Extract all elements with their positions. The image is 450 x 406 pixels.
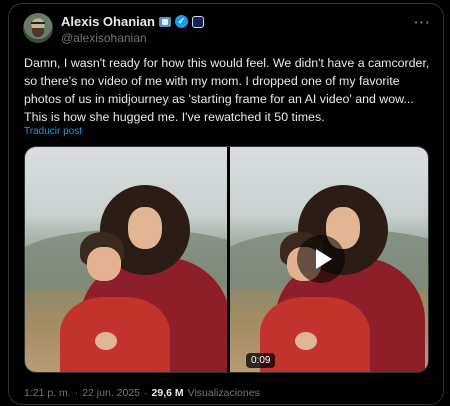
play-icon[interactable] [297, 235, 345, 283]
hand [295, 332, 317, 350]
child-face [87, 247, 121, 281]
avatar-beard [32, 28, 44, 37]
views-count: 29,6 M [151, 387, 184, 399]
author-row: Alexis Ohanian ✓ [61, 14, 204, 29]
hand [95, 332, 117, 350]
mother-face [128, 207, 162, 249]
meta-separator: · [144, 387, 148, 399]
child-figure [60, 297, 170, 372]
tweet-meta: 1:21 p. m. · 22 jun. 2025 · 29,6 M Visua… [24, 387, 260, 399]
translate-link[interactable]: Traducir post [24, 126, 82, 137]
author-handle[interactable]: @alexisohanian [61, 31, 147, 45]
avatar[interactable] [23, 13, 53, 43]
flag-icon [158, 16, 171, 27]
tweet-date[interactable]: 22 jun. 2025 [82, 387, 140, 399]
verified-icon: ✓ [174, 15, 188, 28]
video-duration: 0:09 [246, 353, 276, 368]
child-figure [260, 297, 370, 372]
tweet-card: Alexis Ohanian ✓ @alexisohanian ··· Damn… [8, 3, 444, 405]
tweet-time[interactable]: 1:21 p. m. [24, 387, 71, 399]
author-name[interactable]: Alexis Ohanian [61, 14, 155, 29]
more-options-icon[interactable]: ··· [414, 14, 431, 30]
tweet-text: Damn, I wasn't ready for how this would … [24, 56, 430, 124]
tweet-media[interactable]: 0:09 [24, 146, 429, 373]
meta-separator: · [74, 387, 79, 399]
views-label: Visualizaciones [187, 387, 260, 399]
affiliate-badge-icon[interactable] [191, 15, 204, 28]
avatar-glasses [31, 22, 45, 27]
original-photo[interactable] [25, 147, 227, 372]
